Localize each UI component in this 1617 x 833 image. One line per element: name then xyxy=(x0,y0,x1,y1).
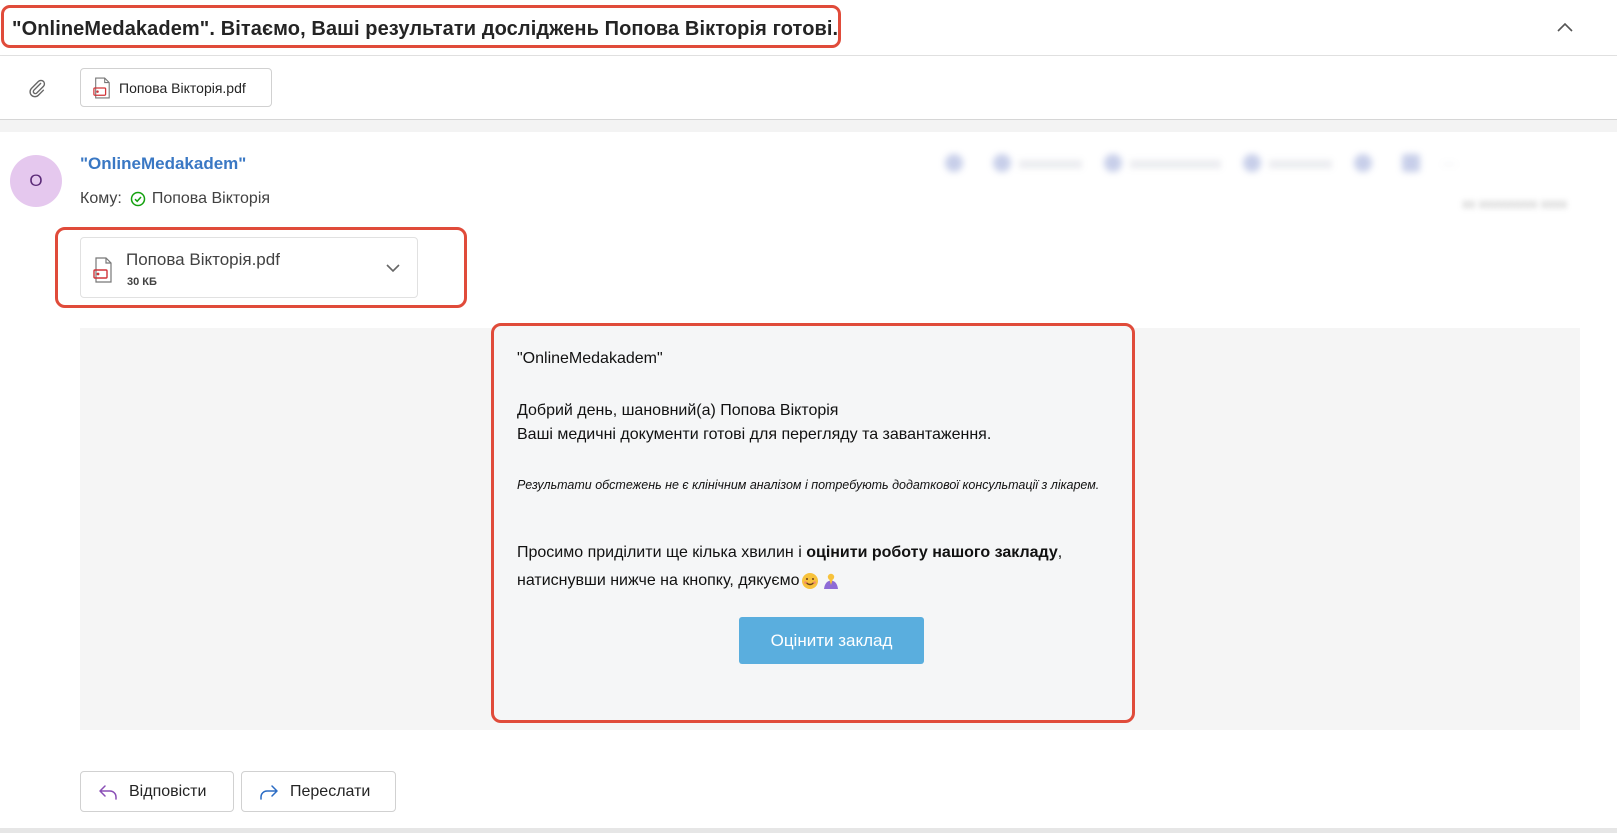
recipient-line: Кому: Попова Вікторія xyxy=(80,190,270,208)
forward-button[interactable]: Переслати xyxy=(241,771,396,812)
rate-clinic-button[interactable]: Оцінити заклад xyxy=(739,617,924,664)
subject-highlight xyxy=(1,5,841,48)
reply-button[interactable]: Відповісти xyxy=(80,771,234,812)
sender-name[interactable]: "OnlineMedakadem" xyxy=(80,154,246,174)
rating-request-start: Просимо приділити ще кілька хвилин і xyxy=(517,544,807,561)
email-body-card: "OnlineMedakadem" Добрий день, шановний(… xyxy=(491,323,1135,723)
documents-ready-line: Ваші медичні документи готові для перегл… xyxy=(517,426,992,443)
check-circle-icon xyxy=(130,191,146,207)
attachment-chip[interactable]: Попова Вікторія.pdf xyxy=(80,68,272,107)
paperclip-icon xyxy=(29,79,46,98)
bottom-divider xyxy=(0,828,1617,833)
reply-icon: xxxxxxxxx xyxy=(993,154,1082,172)
forward-icon: xxxxxxxxx xyxy=(1243,154,1332,172)
reply-all-icon: xxxxxxxxxxxxx xyxy=(1104,154,1221,172)
section-divider xyxy=(0,120,1617,132)
attachment-chip-label: Попова Вікторія.pdf xyxy=(119,79,246,96)
more-icon: ··· xyxy=(1442,155,1456,171)
grid-icon xyxy=(1402,154,1420,172)
disclaimer-note: Результати обстежень не є клінічним анал… xyxy=(517,478,1100,492)
body-org-name: "OnlineMedakadem" xyxy=(517,350,663,367)
avatar[interactable]: O xyxy=(10,155,62,207)
blurred-action-toolbar: xxxxxxxxx xxxxxxxxxxxxx xxxxxxxxx ··· xyxy=(945,154,1478,172)
pdf-file-icon xyxy=(93,77,110,98)
to-label: Кому: xyxy=(80,190,122,207)
attachment-bar: Попова Вікторія.pdf xyxy=(0,56,1617,120)
attachment-highlight xyxy=(55,227,467,308)
reply-button-label: Відповісти xyxy=(129,782,207,800)
blurred-timestamp: xx xxxxxxxxx xxxx xyxy=(1462,196,1567,211)
greeting-line: Добрий день, шановний(а) Попова Вікторія xyxy=(517,402,839,419)
pray-emoji-icon xyxy=(824,573,839,589)
smile-emoji-icon xyxy=(802,572,819,589)
rating-request: Просимо приділити ще кілька хвилин і оці… xyxy=(517,539,1077,595)
reply-arrow-icon xyxy=(99,784,117,800)
forward-arrow-icon xyxy=(260,784,278,800)
chevron-up-icon[interactable] xyxy=(1553,16,1577,40)
forward-button-label: Переслати xyxy=(290,782,371,800)
emoji-icon xyxy=(945,154,971,172)
recipient-name[interactable]: Попова Вікторія xyxy=(152,190,270,208)
rating-request-bold: оцінити роботу нашого закладу xyxy=(806,544,1058,561)
apps-icon xyxy=(1354,154,1380,172)
body-greeting: Добрий день, шановний(а) Попова Вікторія… xyxy=(517,399,991,447)
